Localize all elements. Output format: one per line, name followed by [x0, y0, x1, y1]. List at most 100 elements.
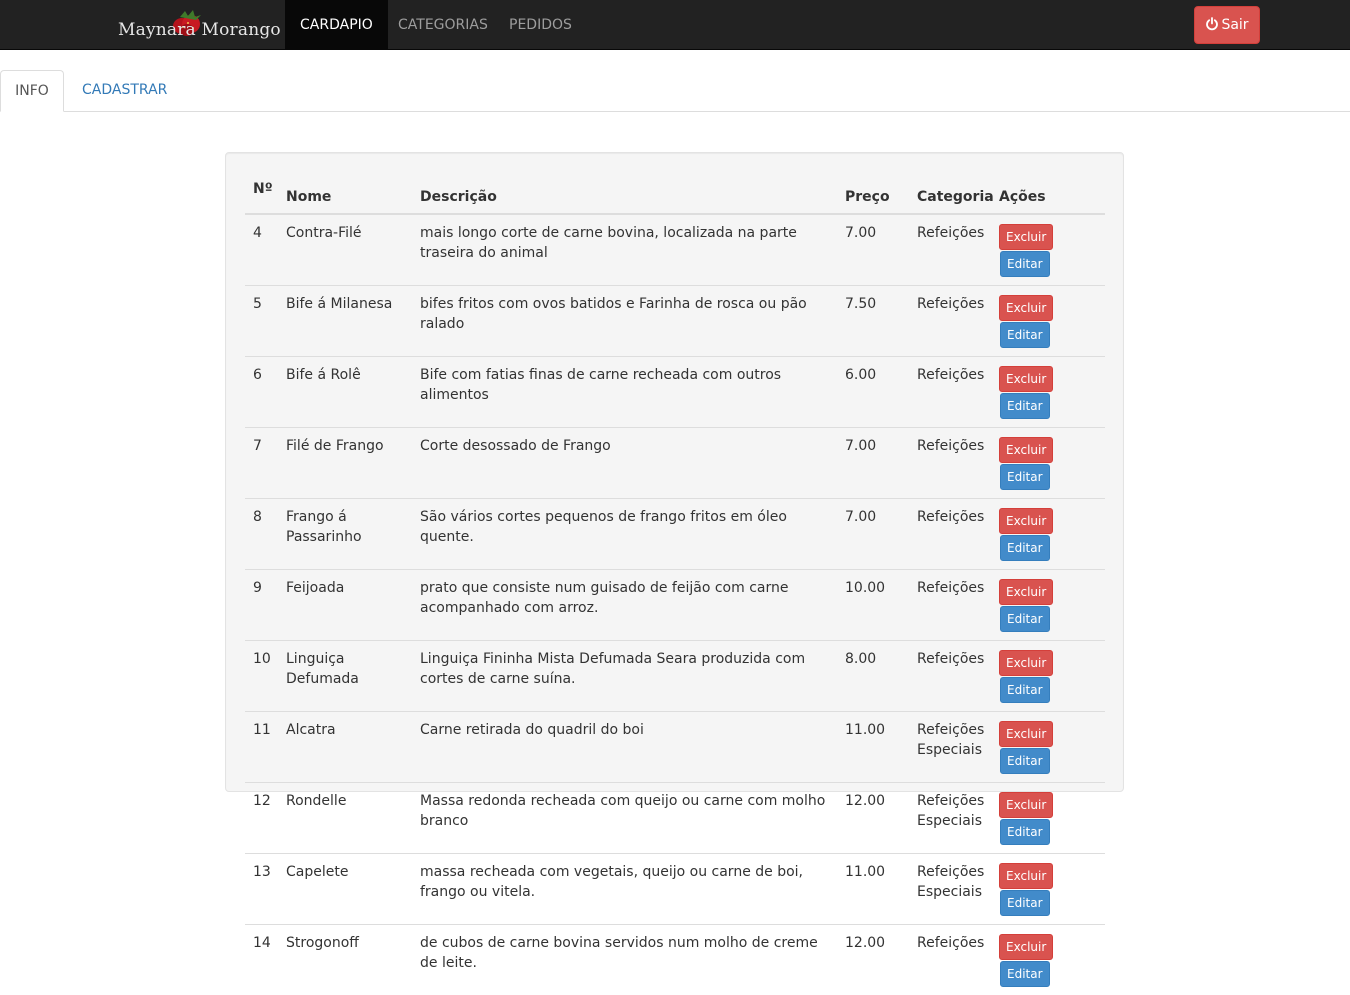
delete-button[interactable]: Excluir — [999, 792, 1053, 818]
table-row: 12RondelleMassa redonda recheada com que… — [245, 783, 1105, 854]
cell-preco: 7.00 — [837, 428, 909, 499]
tab-bar: INFO CADASTRAR — [0, 70, 1350, 112]
cell-descricao: Massa redonda recheada com queijo ou car… — [412, 783, 837, 854]
edit-button[interactable]: Editar — [1000, 393, 1050, 419]
cell-categoria: Refeições — [909, 925, 991, 995]
col-header-acoes: Ações — [991, 173, 1105, 214]
cell-id: 9 — [245, 570, 278, 641]
cell-id: 5 — [245, 286, 278, 357]
nav-item-categorias[interactable]: CATEGORIAS — [383, 0, 503, 50]
cell-acoes: Excluir Editar — [991, 428, 1105, 499]
cell-acoes: Excluir Editar — [991, 712, 1105, 783]
edit-button[interactable]: Editar — [1000, 606, 1050, 632]
table-header-row: Nº Nome Descrição Preço Categoria Ações — [245, 173, 1105, 214]
table-row: 5Bife á Milanesabifes fritos com ovos ba… — [245, 286, 1105, 357]
delete-button[interactable]: Excluir — [999, 934, 1053, 960]
cell-preco: 11.00 — [837, 712, 909, 783]
delete-button[interactable]: Excluir — [999, 863, 1053, 889]
delete-button[interactable]: Excluir — [999, 366, 1053, 392]
edit-button[interactable]: Editar — [1000, 535, 1050, 561]
logout-button[interactable]: Sair — [1194, 6, 1260, 44]
cell-categoria: Refeições — [909, 570, 991, 641]
cell-categoria: Refeições — [909, 428, 991, 499]
cell-categoria: Refeições — [909, 286, 991, 357]
cell-categoria: Refeições — [909, 214, 991, 286]
cell-descricao: mais longo corte de carne bovina, locali… — [412, 214, 837, 286]
cell-nome: Filé de Frango — [278, 428, 412, 499]
cell-nome: Linguiça Defumada — [278, 641, 412, 712]
edit-button[interactable]: Editar — [1000, 464, 1050, 490]
cell-id: 6 — [245, 357, 278, 428]
col-header-id: Nº — [245, 173, 278, 214]
menu-table-panel: Nº Nome Descrição Preço Categoria Ações … — [225, 152, 1124, 792]
cell-id: 7 — [245, 428, 278, 499]
edit-button[interactable]: Editar — [1000, 677, 1050, 703]
cell-preco: 12.00 — [837, 925, 909, 995]
delete-button[interactable]: Excluir — [999, 437, 1053, 463]
cell-preco: 10.00 — [837, 570, 909, 641]
menu-table: Nº Nome Descrição Preço Categoria Ações … — [245, 173, 1105, 995]
cell-descricao: Carne retirada do quadril do boi — [412, 712, 837, 783]
top-navbar: Maynara Morango CARDAPIO CATEGORIAS PEDI… — [0, 0, 1350, 50]
nav-item-cardapio[interactable]: CARDAPIO — [285, 0, 388, 50]
cell-preco: 12.00 — [837, 783, 909, 854]
table-row: 6Bife á RolêBife com fatias finas de car… — [245, 357, 1105, 428]
edit-button[interactable]: Editar — [1000, 251, 1050, 277]
cell-categoria: Refeições Especiais — [909, 712, 991, 783]
tab-cadastrar[interactable]: CADASTRAR — [66, 70, 183, 112]
cell-acoes: Excluir Editar — [991, 286, 1105, 357]
table-row: 10Linguiça DefumadaLinguiça Fininha Mist… — [245, 641, 1105, 712]
cell-nome: Capelete — [278, 854, 412, 925]
cell-id: 12 — [245, 783, 278, 854]
delete-button[interactable]: Excluir — [999, 224, 1053, 250]
brand-logo[interactable]: Maynara Morango — [118, 8, 258, 44]
cell-categoria: Refeições Especiais — [909, 783, 991, 854]
cell-acoes: Excluir Editar — [991, 214, 1105, 286]
cell-categoria: Refeições — [909, 641, 991, 712]
edit-button[interactable]: Editar — [1000, 890, 1050, 916]
delete-button[interactable]: Excluir — [999, 650, 1053, 676]
cell-nome: Frango á Passarinho — [278, 499, 412, 570]
cell-acoes: Excluir Editar — [991, 641, 1105, 712]
col-header-descricao: Descrição — [412, 173, 837, 214]
cell-descricao: São vários cortes pequenos de frango fri… — [412, 499, 837, 570]
edit-button[interactable]: Editar — [1000, 961, 1050, 987]
cell-categoria: Refeições Especiais — [909, 854, 991, 925]
cell-descricao: Bife com fatias finas de carne recheada … — [412, 357, 837, 428]
edit-button[interactable]: Editar — [1000, 819, 1050, 845]
cell-acoes: Excluir Editar — [991, 570, 1105, 641]
cell-id: 13 — [245, 854, 278, 925]
nav-item-pedidos[interactable]: PEDIDOS — [494, 0, 587, 50]
cell-nome: Rondelle — [278, 783, 412, 854]
logout-label: Sair — [1221, 17, 1248, 33]
cell-descricao: Linguiça Fininha Mista Defumada Seara pr… — [412, 641, 837, 712]
delete-button[interactable]: Excluir — [999, 508, 1053, 534]
cell-id: 4 — [245, 214, 278, 286]
delete-button[interactable]: Excluir — [999, 295, 1053, 321]
table-row: 9Feijoadaprato que consiste num guisado … — [245, 570, 1105, 641]
edit-button[interactable]: Editar — [1000, 322, 1050, 348]
cell-preco: 11.00 — [837, 854, 909, 925]
col-header-preco: Preço — [837, 173, 909, 214]
cell-nome: Contra-Filé — [278, 214, 412, 286]
cell-acoes: Excluir Editar — [991, 357, 1105, 428]
cell-nome: Bife á Milanesa — [278, 286, 412, 357]
edit-button[interactable]: Editar — [1000, 748, 1050, 774]
cell-acoes: Excluir Editar — [991, 925, 1105, 995]
delete-button[interactable]: Excluir — [999, 721, 1053, 747]
cell-descricao: massa recheada com vegetais, queijo ou c… — [412, 854, 837, 925]
table-row: 7Filé de FrangoCorte desossado de Frango… — [245, 428, 1105, 499]
cell-nome: Strogonoff — [278, 925, 412, 995]
delete-button[interactable]: Excluir — [999, 579, 1053, 605]
cell-preco: 8.00 — [837, 641, 909, 712]
cell-nome: Alcatra — [278, 712, 412, 783]
cell-descricao: bifes fritos com ovos batidos e Farinha … — [412, 286, 837, 357]
tab-info[interactable]: INFO — [0, 70, 64, 112]
cell-acoes: Excluir Editar — [991, 783, 1105, 854]
cell-categoria: Refeições — [909, 357, 991, 428]
cell-id: 8 — [245, 499, 278, 570]
power-icon — [1205, 17, 1219, 31]
cell-id: 10 — [245, 641, 278, 712]
cell-preco: 6.00 — [837, 357, 909, 428]
cell-id: 11 — [245, 712, 278, 783]
